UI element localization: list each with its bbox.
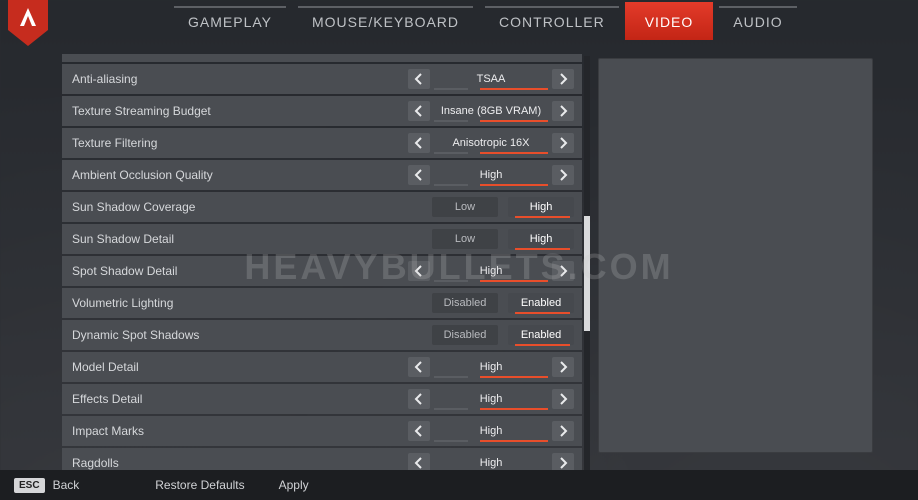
option-value: High [430, 389, 552, 409]
toggle-option-b[interactable]: High [508, 229, 574, 249]
scrollbar-thumb[interactable] [584, 216, 590, 331]
settings-row[interactable]: Sun Shadow Coverage Low High [62, 192, 582, 222]
option-stepper: High [408, 357, 574, 377]
settings-row[interactable]: Texture Filtering Anisotropic 16X [62, 128, 582, 158]
setting-label: Anti-aliasing [72, 72, 408, 86]
settings-list: Anti-aliasing TSAA Texture Streaming Budge… [62, 42, 582, 470]
settings-row[interactable]: Effects Detail High [62, 384, 582, 414]
toggle-option-a[interactable]: Disabled [432, 325, 498, 345]
scrollbar-track[interactable] [584, 56, 590, 471]
toggle-pair: Disabled Enabled [420, 293, 574, 313]
toggle-option-a[interactable]: Disabled [432, 293, 498, 313]
toggle-option-a[interactable]: Low [432, 197, 498, 217]
chevron-left-icon[interactable] [408, 421, 430, 441]
settings-row[interactable]: Impact Marks High [62, 416, 582, 446]
header-bar: GAMEPLAY MOUSE/KEYBOARD CONTROLLER VIDEO… [0, 0, 918, 42]
game-logo-icon [8, 0, 48, 42]
option-value: High [430, 357, 552, 377]
chevron-left-icon[interactable] [408, 357, 430, 377]
settings-row[interactable]: Anti-aliasing TSAA [62, 64, 582, 94]
chevron-right-icon[interactable] [552, 69, 574, 89]
settings-row[interactable]: Sun Shadow Detail Low High [62, 224, 582, 254]
chevron-right-icon[interactable] [552, 421, 574, 441]
chevron-right-icon[interactable] [552, 389, 574, 409]
option-value: TSAA [430, 69, 552, 89]
chevron-left-icon[interactable] [408, 165, 430, 185]
option-stepper: High [408, 389, 574, 409]
option-stepper: TSAA [408, 69, 574, 89]
apply-button[interactable]: Apply [279, 478, 309, 492]
option-stepper: High [408, 261, 574, 281]
setting-label: Ragdolls [72, 456, 408, 470]
chevron-right-icon[interactable] [552, 101, 574, 121]
setting-label: Model Detail [72, 360, 408, 374]
chevron-right-icon[interactable] [552, 357, 574, 377]
toggle-pair: Low High [420, 229, 574, 249]
settings-row[interactable]: Dynamic Spot Shadows Disabled Enabled [62, 320, 582, 350]
chevron-right-icon[interactable] [552, 165, 574, 185]
option-value: High [430, 261, 552, 281]
restore-defaults-button[interactable]: Restore Defaults [155, 478, 244, 492]
chevron-left-icon[interactable] [408, 389, 430, 409]
toggle-option-b[interactable]: Enabled [508, 293, 574, 313]
option-value: High [430, 165, 552, 185]
setting-label: Effects Detail [72, 392, 408, 406]
setting-label: Dynamic Spot Shadows [72, 328, 420, 342]
back-button[interactable]: ESC Back [14, 478, 79, 493]
setting-label: Sun Shadow Coverage [72, 200, 420, 214]
setting-label: Sun Shadow Detail [72, 232, 420, 246]
option-value: Insane (8GB VRAM) [430, 101, 552, 121]
setting-label: Texture Filtering [72, 136, 408, 150]
toggle-pair: Disabled Enabled [420, 325, 574, 345]
setting-label: Impact Marks [72, 424, 408, 438]
option-stepper: Anisotropic 16X [408, 133, 574, 153]
tab-audio[interactable]: AUDIO [713, 2, 802, 40]
settings-row[interactable]: Volumetric Lighting Disabled Enabled [62, 288, 582, 318]
chevron-left-icon[interactable] [408, 101, 430, 121]
chevron-left-icon[interactable] [408, 133, 430, 153]
back-label: Back [53, 478, 80, 492]
toggle-option-b[interactable]: Enabled [508, 325, 574, 345]
tab-mouse-keyboard[interactable]: MOUSE/KEYBOARD [292, 2, 479, 40]
settings-row[interactable]: Spot Shadow Detail High [62, 256, 582, 286]
tab-video[interactable]: VIDEO [625, 2, 714, 40]
footer-bar: ESC Back Restore Defaults Apply [0, 470, 918, 500]
toggle-option-b[interactable]: High [508, 197, 574, 217]
option-value: High [430, 421, 552, 441]
chevron-left-icon[interactable] [408, 69, 430, 89]
settings-row-clipped [62, 54, 582, 62]
option-value: Anisotropic 16X [430, 133, 552, 153]
option-stepper: Insane (8GB VRAM) [408, 101, 574, 121]
chevron-right-icon[interactable] [552, 133, 574, 153]
chevron-right-icon[interactable] [552, 261, 574, 281]
option-stepper: High [408, 421, 574, 441]
settings-row[interactable]: Model Detail High [62, 352, 582, 382]
info-panel [598, 58, 873, 453]
tab-controller[interactable]: CONTROLLER [479, 2, 625, 40]
toggle-option-a[interactable]: Low [432, 229, 498, 249]
toggle-pair: Low High [420, 197, 574, 217]
setting-label: Ambient Occlusion Quality [72, 168, 408, 182]
setting-label: Texture Streaming Budget [72, 104, 408, 118]
esc-key-icon: ESC [14, 478, 45, 493]
setting-label: Spot Shadow Detail [72, 264, 408, 278]
settings-row[interactable]: Ambient Occlusion Quality High [62, 160, 582, 190]
chevron-left-icon[interactable] [408, 261, 430, 281]
setting-label: Volumetric Lighting [72, 296, 420, 310]
tab-gameplay[interactable]: GAMEPLAY [168, 2, 292, 40]
settings-row[interactable]: Texture Streaming Budget Insane (8GB VRAM… [62, 96, 582, 126]
option-stepper: High [408, 165, 574, 185]
